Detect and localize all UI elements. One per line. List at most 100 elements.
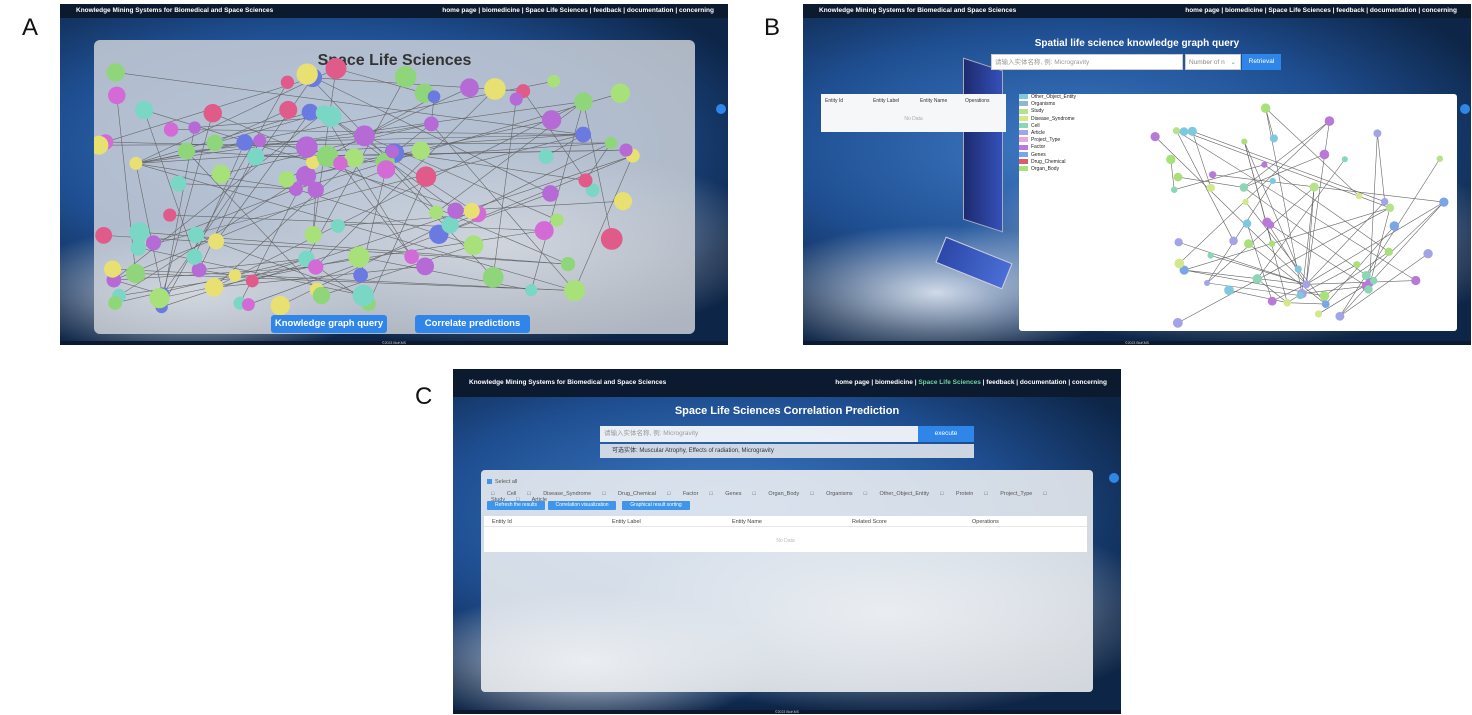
graph-node[interactable] bbox=[1321, 300, 1330, 308]
graph-node[interactable] bbox=[208, 233, 225, 250]
graph-node[interactable] bbox=[1174, 258, 1185, 269]
nav-home[interactable]: home page bbox=[835, 379, 869, 386]
nav-space-life-sciences[interactable]: Space Life Sciences bbox=[1268, 7, 1331, 14]
graph-node[interactable] bbox=[206, 134, 224, 152]
graph-node[interactable] bbox=[394, 66, 417, 88]
graph-node[interactable] bbox=[270, 295, 290, 316]
graph-node[interactable] bbox=[134, 100, 154, 120]
graph-node[interactable] bbox=[1166, 154, 1176, 165]
graph-node[interactable] bbox=[547, 74, 561, 88]
graph-node[interactable] bbox=[404, 249, 419, 264]
graph-node[interactable] bbox=[353, 125, 375, 147]
graph-node[interactable] bbox=[1294, 265, 1302, 273]
graph-node[interactable] bbox=[1355, 192, 1363, 200]
graph-node[interactable] bbox=[1364, 285, 1373, 294]
side-toggle-icon[interactable] bbox=[1460, 104, 1470, 114]
graph-node[interactable] bbox=[1187, 126, 1197, 136]
graph-node[interactable] bbox=[186, 248, 203, 265]
graph-node[interactable] bbox=[307, 181, 324, 198]
graph-node[interactable] bbox=[1335, 311, 1345, 321]
graph-node[interactable] bbox=[1262, 217, 1272, 227]
graph-node[interactable] bbox=[610, 83, 631, 104]
graph-canvas[interactable] bbox=[1019, 94, 1457, 331]
refresh-results-button[interactable]: Refresh the results bbox=[487, 501, 545, 510]
graph-node[interactable] bbox=[429, 205, 444, 220]
entity-type-checkbox[interactable]: □ Project_Type bbox=[984, 491, 1032, 497]
graph-node[interactable] bbox=[1267, 296, 1277, 306]
graph-node[interactable] bbox=[1150, 132, 1160, 142]
graph-node[interactable] bbox=[600, 228, 623, 250]
entity-type-checkbox[interactable]: □ Organisms bbox=[810, 491, 852, 497]
correlate-predictions-button[interactable]: Correlate predictions bbox=[415, 315, 530, 333]
graph-node[interactable] bbox=[1319, 149, 1330, 160]
nav-feedback[interactable]: feedback bbox=[593, 7, 621, 14]
graph-node[interactable] bbox=[1261, 161, 1268, 168]
graph-node[interactable] bbox=[1224, 285, 1234, 296]
legend-item[interactable]: Disease_Syndrome bbox=[1019, 116, 1076, 123]
graph-node[interactable] bbox=[187, 226, 205, 244]
graph-node[interactable] bbox=[1384, 247, 1393, 256]
graph-node[interactable] bbox=[352, 284, 375, 307]
graph-node[interactable] bbox=[460, 78, 479, 98]
knowledge-graph-query-button[interactable]: Knowledge graph query bbox=[271, 315, 387, 333]
graphical-result-sorting-button[interactable]: Graphical result sorting bbox=[622, 501, 690, 510]
graph-node[interactable] bbox=[525, 284, 538, 297]
legend-item[interactable]: Organisms bbox=[1019, 101, 1076, 108]
graph-node[interactable] bbox=[1296, 291, 1304, 300]
graph-node[interactable] bbox=[178, 142, 196, 160]
graph-node[interactable] bbox=[385, 144, 400, 159]
graph-node[interactable] bbox=[411, 141, 431, 160]
graph-node[interactable] bbox=[423, 116, 439, 132]
graph-node[interactable] bbox=[1283, 298, 1292, 307]
graph-node[interactable] bbox=[1207, 252, 1214, 259]
legend-item[interactable]: Project_Type bbox=[1019, 137, 1076, 144]
graph-node[interactable] bbox=[308, 259, 324, 275]
legend-item[interactable]: Other_Object_Entity bbox=[1019, 94, 1076, 101]
select-all-checkbox[interactable]: Select all bbox=[487, 479, 517, 485]
nav-documentation[interactable]: documentation bbox=[1370, 7, 1417, 14]
graph-node[interactable] bbox=[1229, 236, 1238, 246]
graph-node[interactable] bbox=[330, 218, 345, 233]
graph-node[interactable] bbox=[415, 166, 437, 187]
graph-node[interactable] bbox=[376, 160, 396, 179]
legend-item[interactable]: Cell bbox=[1019, 123, 1076, 130]
graph-node[interactable] bbox=[228, 269, 242, 282]
graph-node[interactable] bbox=[1439, 197, 1449, 207]
graph-node[interactable] bbox=[203, 103, 222, 123]
entity-type-checkbox[interactable]: □ Genes bbox=[709, 491, 741, 497]
nav-space-life-sciences[interactable]: Space Life Sciences bbox=[525, 7, 588, 14]
graph-node[interactable] bbox=[1268, 240, 1276, 247]
nav-documentation[interactable]: documentation bbox=[627, 7, 674, 14]
knowledge-graph-canvas[interactable] bbox=[94, 40, 695, 334]
graph-node[interactable] bbox=[103, 260, 122, 278]
graph-node[interactable] bbox=[320, 106, 342, 128]
graph-node[interactable] bbox=[575, 126, 592, 143]
graph-node[interactable] bbox=[170, 175, 187, 192]
correlation-visualization-button[interactable]: Correlation visualization bbox=[548, 501, 616, 510]
knowledge-graph-view[interactable] bbox=[1019, 94, 1457, 331]
graph-node[interactable] bbox=[149, 288, 170, 309]
nav-feedback[interactable]: feedback bbox=[1336, 7, 1364, 14]
graph-node[interactable] bbox=[188, 121, 201, 134]
legend-item[interactable]: Study bbox=[1019, 108, 1076, 115]
graph-node[interactable] bbox=[578, 173, 593, 188]
graph-node[interactable] bbox=[1319, 291, 1330, 301]
graph-node[interactable] bbox=[1436, 155, 1444, 162]
graph-node[interactable] bbox=[538, 149, 554, 164]
graph-node[interactable] bbox=[1373, 129, 1382, 138]
graph-node[interactable] bbox=[236, 134, 253, 151]
nav-biomedicine[interactable]: biomedicine bbox=[482, 7, 520, 14]
graph-node[interactable] bbox=[542, 185, 559, 202]
node-count-select[interactable]: Number of n ⌄ bbox=[1185, 54, 1241, 70]
entity-search-input[interactable]: 请输入实体名称, 例: Microgravity bbox=[991, 54, 1183, 70]
nav-space-life-sciences[interactable]: Space Life Sciences bbox=[918, 379, 981, 386]
graph-node[interactable] bbox=[1206, 183, 1215, 192]
graph-node[interactable] bbox=[95, 226, 113, 244]
side-toggle-icon[interactable] bbox=[1109, 473, 1119, 483]
graph-node[interactable] bbox=[416, 257, 435, 276]
graph-node[interactable] bbox=[509, 92, 523, 106]
graph-node[interactable] bbox=[1179, 127, 1189, 136]
graph-node[interactable] bbox=[1239, 183, 1249, 192]
entity-type-checkbox[interactable]: □ Factor bbox=[667, 491, 698, 497]
entity-type-checkbox[interactable]: □ Other_Object_Entity bbox=[864, 491, 929, 497]
